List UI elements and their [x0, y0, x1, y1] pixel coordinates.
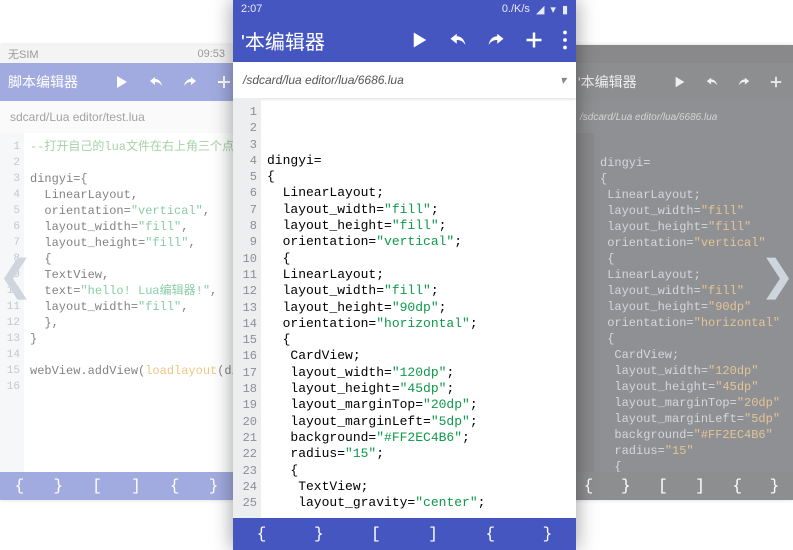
- add-icon[interactable]: [524, 30, 544, 50]
- file-path: sdcard/Lua editor/test.lua: [10, 110, 223, 124]
- pathbar[interactable]: /sdcard/Lua editor/lua/6686.lua: [570, 101, 793, 133]
- add-icon[interactable]: [769, 75, 783, 89]
- statusbar: [570, 45, 793, 63]
- more-icon[interactable]: [562, 30, 568, 50]
- symbol-key[interactable]: }: [39, 477, 78, 495]
- status-time: 2:07: [241, 3, 262, 15]
- symbol-key[interactable]: [: [78, 477, 117, 495]
- symbol-key[interactable]: ]: [682, 477, 719, 495]
- play-icon[interactable]: [410, 30, 430, 50]
- toolbar: 脚本编辑器: [0, 63, 233, 101]
- symbol-key[interactable]: ]: [405, 525, 462, 543]
- symbol-key[interactable]: }: [290, 525, 347, 543]
- symbol-key[interactable]: {: [719, 477, 756, 495]
- play-icon[interactable]: [114, 74, 130, 90]
- add-icon[interactable]: [216, 74, 232, 90]
- app-title: '本编辑器: [578, 72, 637, 92]
- status-net: 0./K/s: [502, 3, 530, 15]
- statusbar: 2:07 0./K/s ◢ ▾ ▮: [233, 0, 576, 18]
- code-editor[interactable]: dingyi={ LinearLayout; layout_width="fil…: [570, 133, 793, 472]
- symbol-key[interactable]: [: [347, 525, 404, 543]
- file-path: /sdcard/Lua editor/lua/6686.lua: [580, 112, 783, 123]
- signal-icon: ◢: [536, 3, 544, 16]
- symbol-key[interactable]: }: [194, 477, 233, 495]
- screenshot-active: 2:07 0./K/s ◢ ▾ ▮ '本编辑器 /sdcard/lua edit…: [233, 0, 576, 550]
- symbol-key[interactable]: }: [607, 477, 644, 495]
- redo-icon[interactable]: [486, 30, 506, 50]
- symbol-bar[interactable]: {}[]{}: [233, 518, 576, 550]
- symbol-key[interactable]: ]: [116, 477, 155, 495]
- code-editor[interactable]: 1234567891011121314151617181920212223242…: [233, 98, 576, 518]
- toolbar: '本编辑器: [570, 63, 793, 101]
- symbol-key[interactable]: {: [233, 525, 290, 543]
- toolbar: '本编辑器: [233, 18, 576, 62]
- carousel-prev[interactable]: ❮: [0, 251, 33, 300]
- carousel-next[interactable]: ❯: [760, 251, 793, 300]
- statusbar: 无SIM 09:53: [0, 45, 233, 63]
- symbol-bar[interactable]: {}[]{}: [0, 472, 233, 500]
- battery-icon: ▮: [562, 3, 568, 16]
- undo-icon[interactable]: [705, 75, 719, 89]
- wifi-icon: ▾: [550, 3, 556, 16]
- status-sim: 无SIM: [8, 46, 39, 62]
- code-editor[interactable]: 12345678910111213141516 --打开自己的lua文件在右上角…: [0, 133, 233, 472]
- play-icon[interactable]: [673, 75, 687, 89]
- symbol-key[interactable]: {: [462, 525, 519, 543]
- redo-icon[interactable]: [737, 75, 751, 89]
- screenshot-light: 无SIM 09:53 脚本编辑器 sdcard/Lua editor/test.…: [0, 45, 233, 500]
- pathbar[interactable]: /sdcard/lua editor/lua/6686.lua ▾: [233, 62, 576, 98]
- symbol-key[interactable]: }: [519, 525, 576, 543]
- redo-icon[interactable]: [182, 74, 198, 90]
- symbol-key[interactable]: {: [155, 477, 194, 495]
- symbol-key[interactable]: }: [756, 477, 793, 495]
- pathbar[interactable]: sdcard/Lua editor/test.lua: [0, 101, 233, 133]
- symbol-key[interactable]: {: [0, 477, 39, 495]
- file-path: /sdcard/lua editor/lua/6686.lua: [243, 73, 560, 87]
- undo-icon[interactable]: [448, 30, 468, 50]
- app-title: 脚本编辑器: [8, 72, 78, 92]
- status-time: 09:53: [197, 48, 225, 60]
- dropdown-icon[interactable]: ▾: [560, 73, 566, 87]
- symbol-bar[interactable]: {}[]{}: [570, 472, 793, 500]
- undo-icon[interactable]: [148, 74, 164, 90]
- app-title: '本编辑器: [241, 26, 325, 55]
- symbol-key[interactable]: [: [644, 477, 681, 495]
